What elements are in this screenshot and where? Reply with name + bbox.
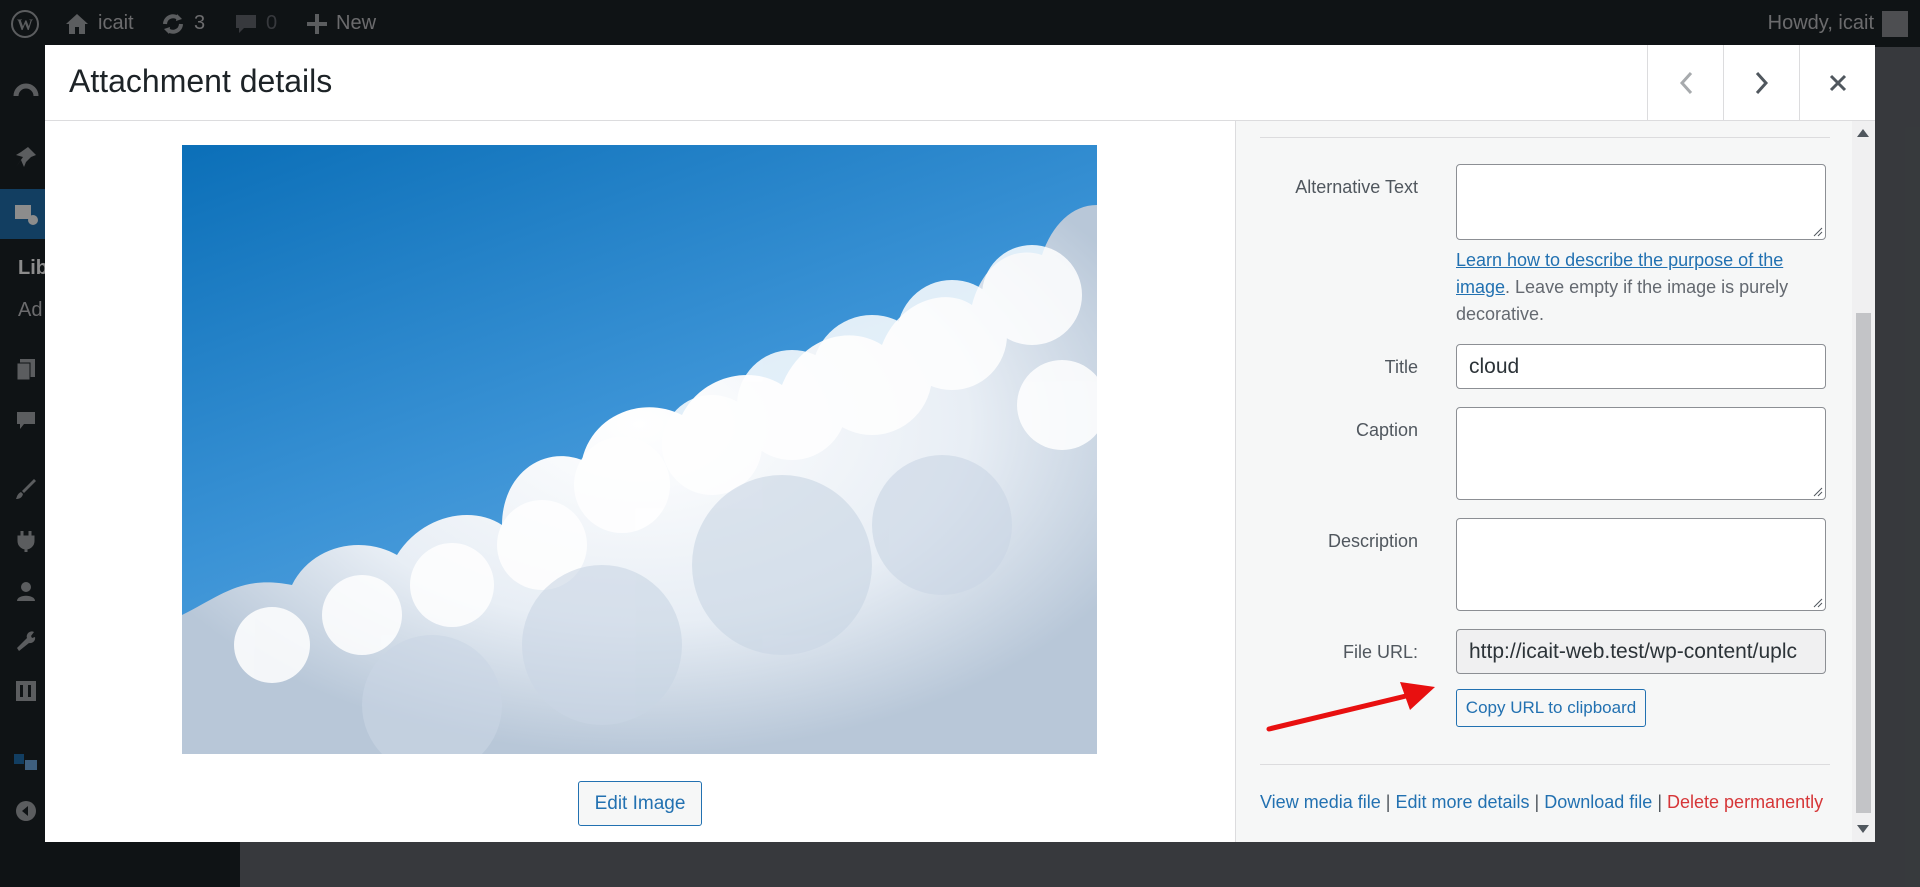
copy-url-button[interactable]: Copy URL to clipboard: [1456, 689, 1646, 727]
title-field[interactable]: cloud: [1456, 344, 1826, 389]
attachment-details-modal: Attachment details Edit Image Alternativ…: [45, 45, 1875, 842]
alt-text-help: Learn how to describe the purpose of the…: [1456, 247, 1836, 328]
separator: |: [1385, 792, 1391, 812]
separator: |: [1657, 792, 1662, 812]
description-field[interactable]: [1456, 518, 1826, 611]
close-icon: [1829, 74, 1846, 92]
title-label: Title: [1384, 357, 1418, 377]
caption-field[interactable]: [1456, 407, 1826, 500]
divider: [1260, 137, 1830, 138]
scrollbar-thumb[interactable]: [1856, 313, 1871, 813]
attachment-actions: View media file | Edit more details | Do…: [1260, 792, 1823, 813]
chevron-left-icon: [1679, 71, 1692, 95]
separator: |: [1534, 792, 1540, 812]
modal-title: Attachment details: [69, 63, 333, 99]
annotation-arrow-icon: [1266, 682, 1435, 732]
resize-handle-icon[interactable]: [1813, 487, 1823, 497]
edit-image-button[interactable]: Edit Image: [578, 781, 702, 826]
previous-button[interactable]: [1647, 45, 1723, 121]
caption-label: Caption: [1355, 420, 1418, 440]
download-file-link[interactable]: Download file: [1544, 792, 1652, 812]
alt-text-field[interactable]: [1456, 164, 1826, 240]
alt-text-label: Alternative Text: [1295, 177, 1418, 197]
scroll-up-icon[interactable]: [1857, 129, 1869, 137]
attachment-image: [182, 145, 1097, 754]
file-url-label: File URL:: [1342, 642, 1418, 662]
alt-text-help-rest: . Leave empty if the image is purely dec…: [1456, 277, 1789, 324]
chevron-right-icon: [1755, 71, 1768, 95]
divider: [1260, 764, 1830, 765]
edit-more-details-link[interactable]: Edit more details: [1395, 792, 1529, 812]
description-label: Description: [1327, 531, 1418, 551]
next-button[interactable]: [1723, 45, 1799, 121]
file-url-field[interactable]: http://icait-web.test/wp-content/uplc: [1456, 629, 1826, 674]
scroll-down-icon[interactable]: [1857, 825, 1869, 833]
media-preview-pane: Edit Image: [45, 121, 1235, 842]
delete-permanently-link[interactable]: Delete permanently: [1667, 792, 1823, 812]
modal-header: Attachment details: [45, 45, 1875, 121]
view-media-file-link[interactable]: View media file: [1260, 792, 1381, 812]
resize-handle-icon[interactable]: [1813, 598, 1823, 608]
close-button[interactable]: [1799, 45, 1875, 121]
details-scrollbar[interactable]: [1852, 121, 1875, 842]
resize-handle-icon[interactable]: [1813, 227, 1823, 237]
